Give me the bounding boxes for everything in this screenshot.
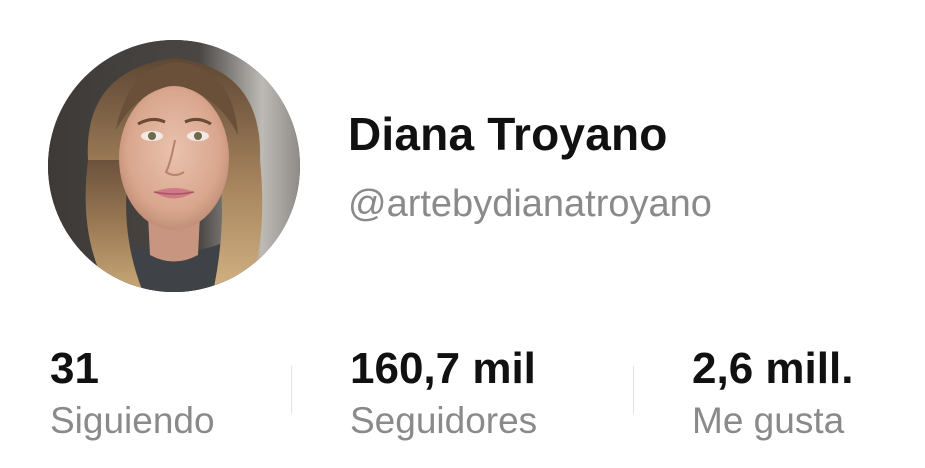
stat-divider	[633, 366, 634, 414]
avatar[interactable]	[48, 40, 300, 292]
profile-header: Diana Troyano @artebydianatroyano 31 Sig…	[0, 0, 925, 468]
stat-following[interactable]: 31 Siguiendo	[50, 340, 215, 444]
profile-photo	[48, 40, 300, 292]
likes-label: Me gusta	[692, 400, 845, 441]
display-name: Diana Troyano	[348, 108, 668, 160]
username-handle: @artebydianatroyano	[348, 183, 712, 225]
followers-label: Seguidores	[350, 400, 538, 441]
following-label: Siguiendo	[50, 400, 215, 441]
stat-likes[interactable]: 2,6 mill. Me gusta	[692, 340, 853, 444]
following-count: 31	[50, 344, 99, 393]
followers-count: 160,7 mil	[350, 344, 536, 393]
stat-divider	[291, 366, 292, 414]
likes-count: 2,6 mill.	[692, 344, 854, 393]
stat-followers[interactable]: 160,7 mil Seguidores	[350, 340, 537, 444]
